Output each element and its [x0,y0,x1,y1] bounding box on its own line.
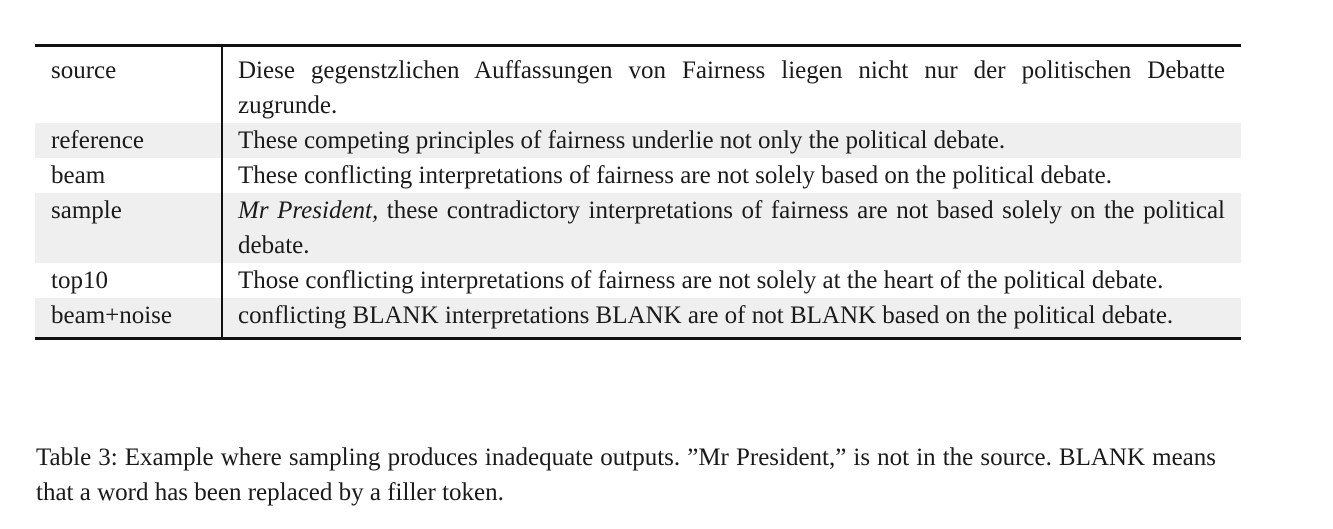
row-text: These conflicting interpretations of fai… [222,158,1241,193]
row-text: Those conflicting interpretations of fai… [222,263,1241,298]
row-text-body: these contradictory interpretations of f… [238,197,1225,259]
row-label: reference [35,123,223,158]
row-label: sample [35,193,223,263]
row-text-body: conflicting BLANK interpretations BLANK … [238,302,1174,329]
row-text-body: These competing principles of fairness u… [238,127,1006,154]
row-text-body: Those conflicting interpretations of fai… [238,267,1164,294]
row-text: These competing principles of fairness u… [222,123,1241,158]
table-row-beam: beam These conflicting interpretations o… [35,158,1241,193]
table-row-reference: reference These competing principles of … [35,123,1241,158]
table-row-sample: sample Mr President, these contradictory… [35,193,1241,263]
example-table: source Diese gegenstzlichen Auffassungen… [35,44,1241,340]
row-text-body: These conflicting interpretations of fai… [238,162,1113,189]
row-text: Mr President, these contradictory interp… [222,193,1241,263]
row-text-emphasis: Mr President, [238,197,379,224]
row-label: source [35,45,223,123]
row-text: Diese gegenstzlichen Auffassungen von Fa… [222,46,1241,124]
row-label: beam [35,158,223,193]
table-row-beam-noise: beam+noise conflicting BLANK interpretat… [35,298,1241,339]
row-label: top10 [35,263,223,298]
row-text-body: Diese gegenstzlichen Auffassungen von Fa… [238,57,1225,119]
example-table-container: source Diese gegenstzlichen Auffassungen… [35,44,1241,340]
table-caption: Table 3: Example where sampling produces… [36,444,1216,506]
row-text: conflicting BLANK interpretations BLANK … [222,298,1241,339]
row-label: beam+noise [35,298,223,339]
table-row-source: source Diese gegenstzlichen Auffassungen… [35,45,1241,124]
table-row-top10: top10 Those conflicting interpretations … [35,263,1241,298]
